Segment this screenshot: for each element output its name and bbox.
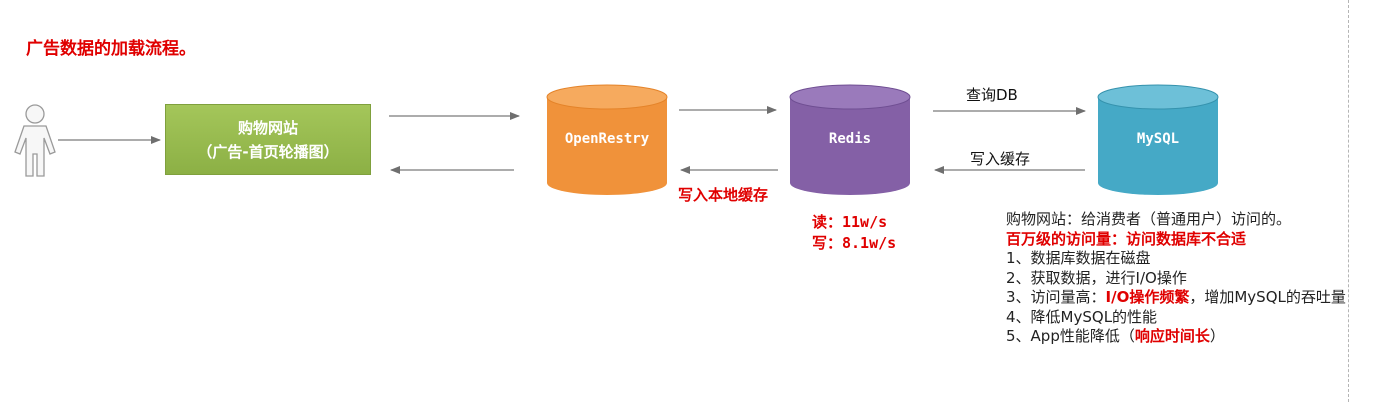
write-local-cache-label: 写入本地缓存 [678,186,769,204]
notes-item-2: 2、获取数据，进行I/O操作 [1006,268,1187,287]
notes-item-3-suffix: ，增加MySQL的吞吐量 [1189,288,1346,306]
notes-item-3-highlight: I/O操作频繁 [1105,288,1190,306]
openresty-label: OpenRestry [564,131,650,147]
notes-panel: 购物网站：给消费者（普通用户）访问的。 百万级的访问量：访问数据库不合适 1、数… [1006,210,1346,347]
user-icon [14,104,56,177]
website-subtitle: （广告-首页轮播图） [197,142,339,161]
redis-write-rate: 写：8.1w/s [812,234,897,252]
website-name: 购物网站 [237,118,298,137]
redis-read-rate: 读：11w/s [812,213,888,231]
notes-item-4: 4、降低MySQL的性能 [1006,307,1158,326]
notes-item-3: 3、访问量高：I/O操作频繁，增加MySQL的吞吐量 [1006,288,1346,308]
mysql-label: MySQL [1136,131,1180,147]
notes-item-5-suffix: ） [1209,327,1225,345]
write-cache-label: 写入缓存 [970,150,1031,168]
shopping-website-node: 购物网站 （广告-首页轮播图） [165,104,371,175]
notes-item-5: 5、App性能降低（响应时间长） [1006,327,1346,347]
notes-item-3-prefix: 3、访问量高： [1006,288,1106,306]
notes-headline: 百万级的访问量：访问数据库不合适 [1006,229,1247,248]
query-db-label: 查询DB [966,86,1018,104]
redis-stats: 读：11w/s 写：8.1w/s [812,212,896,254]
notes-item-5-prefix: 5、App性能降低（ [1006,327,1135,345]
redis-label: Redis [828,131,872,147]
notes-intro: 购物网站：给消费者（普通用户）访问的。 [1006,210,1292,228]
notes-item-5-highlight: 响应时间长 [1134,327,1210,345]
notes-item-1: 1、数据库数据在磁盘 [1006,249,1151,267]
